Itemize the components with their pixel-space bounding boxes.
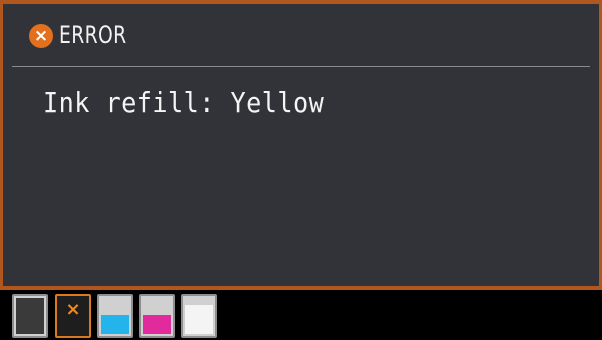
error-header: × ERROR [3,4,599,66]
ink-cartridge-yellow: × [55,294,91,338]
header-divider [12,66,590,67]
ink-fill-magenta [143,315,171,334]
ink-cartridge-black [12,294,48,338]
ink-fill-photo-white [185,305,213,334]
ink-cartridge-cyan [97,294,133,338]
error-panel: × ERROR Ink refill: Yellow [0,0,602,290]
ink-level-bar: × [0,290,602,340]
ink-cartridge-photo-white [181,294,217,338]
ink-cartridge-magenta [139,294,175,338]
ink-fill-black [16,298,44,334]
ink-fill-cyan [101,315,129,334]
error-title: ERROR [59,21,127,49]
ink-empty-x-icon: × [65,299,81,320]
error-message: Ink refill: Yellow [43,86,325,119]
error-x-icon: × [29,24,53,48]
